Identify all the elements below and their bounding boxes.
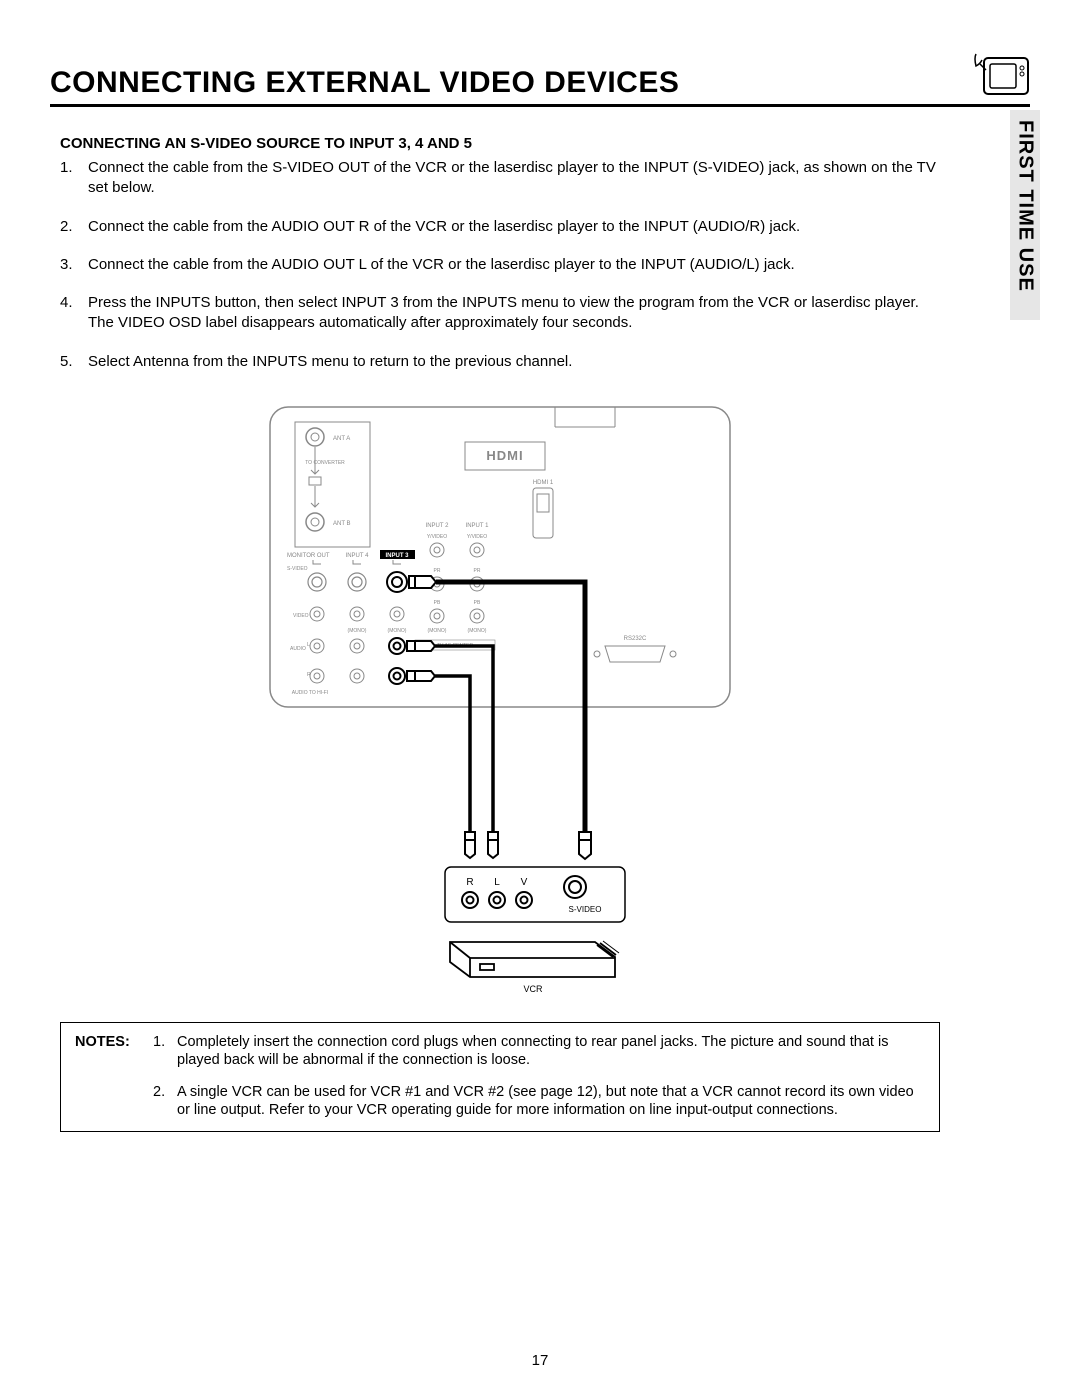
label-yvideo: Y/VIDEO: [427, 534, 447, 540]
step-item: 5. Select Antenna from the INPUTS menu t…: [60, 352, 940, 372]
step-number: 5.: [60, 352, 88, 372]
side-tab-label: FIRST TIME USE: [1014, 120, 1037, 292]
step-number: 1.: [60, 158, 88, 199]
steps-list: 1. Connect the cable from the S-VIDEO OU…: [60, 158, 940, 372]
label-hdmi-logo: HDMI: [486, 448, 523, 463]
label-hdmi1: HDMI 1: [533, 480, 554, 486]
label-mono: (MONO): [388, 628, 407, 634]
label-vcr: VCR: [523, 984, 543, 992]
side-tab: FIRST TIME USE: [1010, 110, 1040, 320]
label-pb: PB: [434, 600, 441, 606]
label-input1: INPUT 1: [466, 523, 490, 529]
notes-row: 2. A single VCR can be used for VCR #1 a…: [75, 1083, 925, 1119]
label-mono: (MONO): [428, 628, 447, 634]
label-l: L: [494, 877, 500, 888]
section-heading: CONNECTING AN S-VIDEO SOURCE TO INPUT 3,…: [60, 135, 940, 152]
label-monitor-out: MONITOR OUT: [287, 553, 330, 559]
step-text: Connect the cable from the AUDIO OUT L o…: [88, 255, 940, 275]
label-l: L: [307, 642, 310, 648]
label-svideo: S-VIDEO: [287, 566, 308, 572]
step-text: Connect the cable from the S-VIDEO OUT o…: [88, 158, 940, 199]
label-video: VIDEO: [293, 613, 309, 619]
label-pr: PR: [434, 568, 441, 574]
notes-number: 1.: [153, 1033, 177, 1069]
page-title: CONNECTING EXTERNAL VIDEO DEVICES: [50, 66, 679, 100]
tv-icon: [970, 50, 1032, 100]
title-rule: [50, 104, 1030, 107]
step-text: Connect the cable from the AUDIO OUT R o…: [88, 217, 940, 237]
notes-number: 2.: [153, 1083, 177, 1119]
page-number: 17: [0, 1352, 1080, 1369]
step-number: 3.: [60, 255, 88, 275]
step-item: 2. Connect the cable from the AUDIO OUT …: [60, 217, 940, 237]
step-text: Select Antenna from the INPUTS menu to r…: [88, 352, 940, 372]
label-v: V: [521, 877, 528, 888]
label-yvideo: Y/VIDEO: [467, 534, 487, 540]
label-pr: PR: [474, 568, 481, 574]
label-ant-a: ANT A: [333, 436, 350, 442]
label-rs232c: RS232C: [624, 636, 647, 642]
label-pb: PB: [474, 600, 481, 606]
label-r: R: [466, 877, 473, 888]
notes-text: A single VCR can be used for VCR #1 and …: [177, 1083, 925, 1119]
label-to-converter: TO CONVERTER: [305, 460, 345, 466]
notes-box: NOTES: 1. Completely insert the connecti…: [60, 1022, 940, 1133]
label-audio-hifi: AUDIO TO HI-FI: [292, 690, 328, 696]
step-number: 4.: [60, 293, 88, 334]
page-header: CONNECTING EXTERNAL VIDEO DEVICES: [50, 50, 1030, 100]
step-item: 1. Connect the cable from the S-VIDEO OU…: [60, 158, 940, 199]
label-input2: INPUT 2: [426, 523, 450, 529]
step-item: 4. Press the INPUTS button, then select …: [60, 293, 940, 334]
label-mono: (MONO): [468, 628, 487, 634]
step-item: 3. Connect the cable from the AUDIO OUT …: [60, 255, 940, 275]
label-svideo: S-VIDEO: [569, 905, 602, 914]
notes-text: Completely insert the connection cord pl…: [177, 1033, 925, 1069]
label-input3: INPUT 3: [385, 553, 409, 559]
step-text: Press the INPUTS button, then select INP…: [88, 293, 940, 334]
notes-row: NOTES: 1. Completely insert the connecti…: [75, 1033, 925, 1069]
label-ant-b: ANT B: [333, 521, 351, 527]
label-audio: AUDIO: [290, 646, 306, 652]
notes-label: NOTES:: [75, 1033, 153, 1069]
label-mono: (MONO): [348, 628, 367, 634]
step-number: 2.: [60, 217, 88, 237]
label-input4: INPUT 4: [346, 553, 370, 559]
diagram-container: ANT A TO CONVERTER ANT B HDMI HDMI 1 MON…: [60, 402, 940, 992]
content-block: CONNECTING AN S-VIDEO SOURCE TO INPUT 3,…: [50, 135, 950, 1132]
connection-diagram: ANT A TO CONVERTER ANT B HDMI HDMI 1 MON…: [265, 402, 735, 992]
